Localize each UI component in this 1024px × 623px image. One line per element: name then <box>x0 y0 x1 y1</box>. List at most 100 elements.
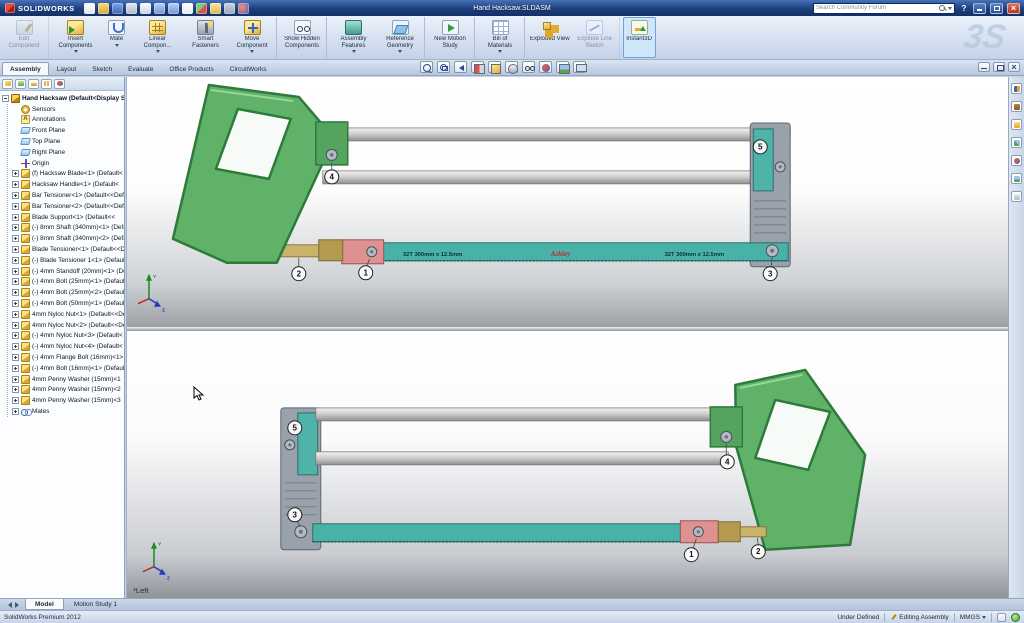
section-view-icon[interactable] <box>471 61 485 74</box>
tree-item[interactable]: Annotations <box>9 115 124 126</box>
tag-icon[interactable] <box>997 612 1006 622</box>
expand-icon[interactable] <box>12 408 19 415</box>
balloon-4[interactable]: 4 <box>324 162 340 185</box>
feature-manager-icon[interactable] <box>2 78 13 89</box>
mate-button[interactable]: Mate <box>100 17 133 58</box>
save-icon[interactable] <box>111 2 123 14</box>
tree-item[interactable]: Hacksaw Handle<1> (Default< <box>9 179 124 190</box>
expand-icon[interactable] <box>12 300 19 308</box>
doc-minimize-icon[interactable] <box>978 62 990 72</box>
minimize-button[interactable] <box>973 2 986 14</box>
tree-item[interactable]: 4mm Penny Washer (15mm)<1 <box>9 374 124 385</box>
redo-icon[interactable] <box>167 2 179 14</box>
viewport-top[interactable]: 32T 300mm x 12.5mm Ashley 32T 300mm x 12… <box>127 77 1008 327</box>
tab-scroll-right-icon[interactable] <box>13 599 23 610</box>
linear-component-pattern-button[interactable]: Linear Compon... <box>134 17 181 58</box>
options-icon[interactable] <box>223 2 235 14</box>
dropdown-caret-icon[interactable] <box>155 50 160 55</box>
restore-button[interactable] <box>990 2 1003 14</box>
bar-tensioner-insert[interactable] <box>297 412 319 476</box>
dropdown-caret-icon[interactable] <box>114 43 119 49</box>
balloon-5[interactable]: 5 <box>752 139 768 155</box>
expand-icon[interactable] <box>12 278 19 286</box>
new-file-icon[interactable] <box>83 2 95 14</box>
shafts-8mm[interactable] <box>322 127 791 185</box>
bar-tensioner-insert[interactable] <box>752 128 774 192</box>
display-manager-icon[interactable] <box>54 78 65 89</box>
smart-fasteners-button[interactable]: Smart Fasteners <box>182 17 229 58</box>
tree-item[interactable]: Blade Tensioner<1> (Default<<D <box>9 244 124 255</box>
resources-icon[interactable] <box>1011 83 1022 94</box>
tree-item[interactable]: (-) 4mm Bolt (25mm)<2> (Default <box>9 287 124 298</box>
expand-icon[interactable] <box>12 386 19 394</box>
close-button[interactable] <box>1007 2 1020 14</box>
tree-item[interactable]: (-) 4mm Nyloc Nut<3> (Default< <box>9 331 124 342</box>
expand-icon[interactable] <box>12 235 19 243</box>
previous-view-icon[interactable] <box>454 61 467 73</box>
expand-icon[interactable] <box>12 343 19 351</box>
view-orientation-icon[interactable] <box>488 61 501 74</box>
tree-item[interactable]: (-) Blade Tensioner 1<1> (Default <box>9 255 124 266</box>
tree-root-assembly[interactable]: Hand Hacksaw (Default<Display Stat <box>2 93 124 104</box>
blade-pin-screw[interactable] <box>294 525 308 539</box>
tree-item[interactable]: (-) 4mm Bolt (50mm)<1> (Default <box>9 298 124 309</box>
tree-item[interactable]: Bar Tensioner<1> (Default<<Def <box>9 190 124 201</box>
view-settings-icon[interactable] <box>573 61 587 73</box>
move-component-button[interactable]: Move Component <box>230 17 277 58</box>
balloon-5[interactable]: 5 <box>287 420 303 436</box>
tree-item[interactable]: (-) 4mm Bolt (16mm)<1> (Default <box>9 363 124 374</box>
design-library-icon[interactable] <box>1011 101 1022 112</box>
dropdown-caret-icon[interactable] <box>351 50 356 55</box>
expand-icon[interactable] <box>12 181 19 189</box>
scenes-icon[interactable] <box>1011 173 1022 184</box>
hacksaw-blade[interactable] <box>312 523 719 543</box>
tree-item[interactable]: 4mm Nyloc Nut<1> (Default<<De <box>9 309 124 320</box>
zoom-area-icon[interactable] <box>437 61 450 73</box>
units-selector[interactable]: MMGS <box>960 613 986 621</box>
tab-scroll-left-icon[interactable] <box>3 599 13 610</box>
tree-item[interactable]: (-) 4mm Standoff (20mm)<1> (De <box>9 266 124 277</box>
expand-icon[interactable] <box>12 354 19 362</box>
search-input[interactable] <box>816 5 937 11</box>
blade-tensioner-block[interactable] <box>341 239 385 265</box>
tree-item[interactable]: (-) 4mm Flange Bolt (16mm)<1> ( <box>9 352 124 363</box>
hacksaw-blade[interactable]: 32T 300mm x 12.5mm Ashley 32T 300mm x 12… <box>356 242 789 262</box>
display-style-icon[interactable] <box>505 61 518 74</box>
print-icon[interactable] <box>125 2 137 14</box>
tab-circuitworks[interactable]: CircuitWorks <box>222 62 275 75</box>
file-explorer-icon[interactable] <box>1011 119 1022 130</box>
tab-evaluate[interactable]: Evaluate <box>120 62 161 75</box>
new-motion-study-button[interactable]: New Motion Study <box>428 17 475 58</box>
edit-component-button[interactable]: Edit Component <box>2 17 49 58</box>
tree-item[interactable]: 4mm Penny Washer (15mm)<3 <box>9 395 124 406</box>
expand-icon[interactable] <box>12 170 19 178</box>
doc-restore-icon[interactable] <box>993 62 1005 72</box>
doc-close-icon[interactable] <box>1008 62 1020 72</box>
expand-icon[interactable] <box>12 397 19 405</box>
viewport-bottom-drawing[interactable]: 5 3 4 1 2 Y Z <box>127 331 1008 598</box>
blade-tensioner-block[interactable] <box>679 520 719 544</box>
tab-layout[interactable]: Layout <box>49 62 85 75</box>
tree-item[interactable]: Sensors <box>9 104 124 115</box>
insert-components-button[interactable]: Insert Components <box>52 17 99 58</box>
exploded-view-button[interactable]: Exploded View <box>528 17 572 58</box>
edit-appearance-icon[interactable] <box>539 61 552 73</box>
rebuild-icon[interactable] <box>195 2 207 14</box>
explode-line-sketch-button[interactable]: Explode Line Sketch <box>573 17 620 58</box>
bill-of-materials-button[interactable]: Bill of Materials <box>478 17 525 58</box>
expand-icon[interactable] <box>12 321 19 329</box>
tree-item[interactable]: 4mm Penny Washer (15mm)<2 <box>9 385 124 396</box>
select-icon[interactable] <box>181 2 193 14</box>
expand-icon[interactable] <box>12 332 19 340</box>
expand-icon[interactable] <box>12 192 19 200</box>
tree-item[interactable]: Right Plane <box>9 147 124 158</box>
expand-icon[interactable] <box>12 213 19 221</box>
expand-icon[interactable] <box>12 289 19 297</box>
tree-item[interactable]: Blade Support<1> (Default<< <box>9 212 124 223</box>
expand-icon[interactable] <box>12 256 19 264</box>
tree-item[interactable]: Top Plane <box>9 136 124 147</box>
custom-properties-icon[interactable] <box>1011 191 1022 202</box>
tab-motion-study-1[interactable]: Motion Study 1 <box>64 599 127 610</box>
shafts-8mm[interactable] <box>315 407 729 466</box>
hacksaw-handle[interactable] <box>171 83 349 265</box>
